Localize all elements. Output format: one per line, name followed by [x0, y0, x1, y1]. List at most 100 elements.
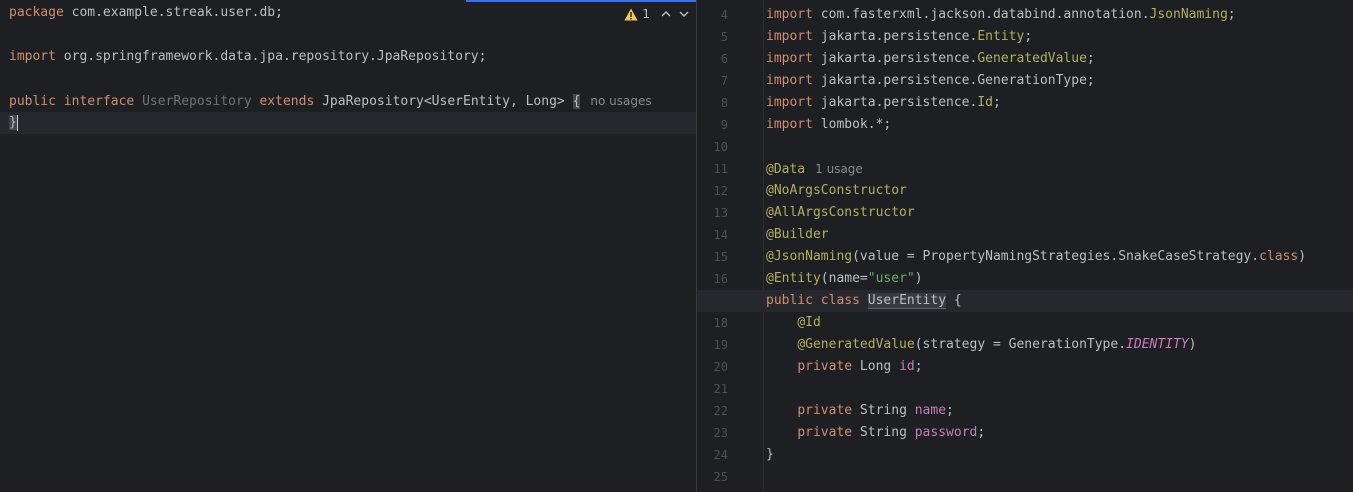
keyword-import: import: [766, 73, 813, 88]
code-line[interactable]: import org.springframework.data.jpa.repo…: [0, 46, 696, 68]
keyword-private: private: [797, 425, 853, 440]
code-line[interactable]: private String password;: [766, 422, 985, 444]
annotation-noargs: @NoArgsConstructor: [766, 183, 907, 198]
line-number: 8: [720, 96, 728, 110]
code-line[interactable]: import jakarta.persistence.Entity;: [766, 26, 1032, 48]
field-type: String: [852, 425, 915, 440]
line-number: 21: [713, 382, 728, 396]
annotation-allargs: @AllArgsConstructor: [766, 205, 915, 220]
keyword-interface: interface: [63, 94, 135, 109]
code-line[interactable]: import jakarta.persistence.GenerationTyp…: [766, 70, 1095, 92]
line-number: 25: [713, 470, 728, 484]
code-line[interactable]: private Long id;: [766, 356, 922, 378]
import-class: Entity: [977, 29, 1025, 44]
line-number: 24: [713, 448, 728, 462]
line-number: 16: [713, 272, 728, 286]
line-number: 4: [720, 8, 728, 22]
line-number: 6: [720, 52, 728, 66]
keyword-private: private: [797, 359, 853, 374]
annotation-args: (value = PropertyNamingStrategies.SnakeC…: [852, 249, 1260, 264]
code-line[interactable]: package com.example.streak.user.db;: [0, 2, 696, 24]
line-number: 15: [713, 250, 728, 264]
keyword-import: import: [766, 7, 813, 22]
line-number: 7: [720, 74, 728, 88]
close-brace: }: [766, 447, 774, 462]
code-line[interactable]: private String name;: [766, 400, 954, 422]
ide-editor-split: 1 package com.example.streak.user.db; im…: [0, 0, 1353, 492]
class-name[interactable]: UserEntity: [867, 293, 947, 309]
keyword-public: public: [766, 293, 813, 308]
keyword-package: package: [9, 5, 64, 20]
close-paren: ): [1188, 337, 1197, 352]
import-path: com.fasterxml.jackson.databind.annotatio…: [812, 7, 1150, 22]
usage-hint[interactable]: no usages: [590, 94, 651, 108]
keyword-import: import: [766, 29, 813, 44]
current-line[interactable]: }: [0, 112, 696, 134]
code-line[interactable]: @Entity(name="user"): [766, 268, 923, 290]
line-number: 12: [713, 184, 728, 198]
import-path: jakarta.persistence.: [812, 29, 978, 44]
annotation-entity: @Entity: [766, 271, 821, 286]
field-type: String: [852, 403, 915, 418]
import-path: jakarta.persistence.: [812, 95, 978, 110]
line-number: 22: [713, 404, 728, 418]
open-brace: {: [572, 94, 581, 109]
code-line[interactable]: import lombok.*;: [766, 114, 891, 136]
annotation-data: @Data: [766, 162, 806, 177]
import-class: Id: [977, 95, 993, 110]
code-line[interactable]: @Builder: [766, 224, 829, 246]
usage-hint[interactable]: 1 usage: [815, 162, 863, 176]
code-line[interactable]: @Id: [766, 312, 821, 334]
keyword-import: import: [9, 49, 56, 64]
code-line[interactable]: import jakarta.persistence.Id;: [766, 92, 1001, 114]
keyword-public: public: [9, 94, 56, 109]
semicolon: ;: [977, 425, 986, 440]
line-number-gutter[interactable]: 4 5 6 7 8 9 10 11 12 13 14 15 16 17 18 1…: [697, 0, 764, 492]
field-name[interactable]: id: [899, 359, 915, 374]
line-number: 18: [713, 316, 728, 330]
text-caret: [16, 114, 18, 131]
import-class: GeneratedValue: [977, 51, 1087, 66]
code-line[interactable]: }: [766, 444, 774, 466]
keyword-class: class: [820, 293, 860, 308]
semicolon: ;: [946, 403, 954, 418]
field-name[interactable]: password: [915, 425, 978, 440]
code-line[interactable]: @GeneratedValue(strategy = GenerationTyp…: [766, 334, 1197, 356]
close-paren: ): [914, 271, 923, 286]
code-line[interactable]: @AllArgsConstructor: [766, 202, 915, 224]
code-line[interactable]: import com.fasterxml.jackson.databind.an…: [766, 4, 1236, 26]
import-path: org.springframework.data.jpa.repository.…: [55, 49, 487, 64]
interface-name[interactable]: UserRepository: [142, 94, 252, 109]
code-line[interactable]: public interface UserRepository extends …: [0, 90, 696, 112]
semicolon: ;: [1024, 29, 1033, 44]
line-number: 14: [713, 228, 728, 242]
semicolon: ;: [993, 95, 1001, 110]
code-line[interactable]: @NoArgsConstructor: [766, 180, 907, 202]
open-brace: {: [946, 293, 962, 308]
left-editor-pane[interactable]: 1 package com.example.streak.user.db; im…: [0, 0, 696, 492]
line-number: 11: [713, 162, 728, 176]
keyword-private: private: [797, 403, 853, 418]
field-name[interactable]: name: [915, 403, 946, 418]
keyword-import: import: [766, 117, 813, 132]
keyword-class: class: [1259, 249, 1299, 264]
field-type: Long: [852, 359, 900, 374]
line-number: 20: [713, 360, 728, 374]
right-editor-pane[interactable]: 4 5 6 7 8 9 10 11 12 13 14 15 16 17 18 1…: [697, 0, 1353, 492]
semicolon: ;: [1086, 51, 1095, 66]
annotation-args: (name=: [820, 271, 868, 286]
code-line-current[interactable]: public class UserEntity {: [766, 290, 962, 312]
line-number: 19: [713, 338, 728, 352]
code-line[interactable]: @Data 1 usage: [766, 158, 863, 180]
code-line[interactable]: import jakarta.persistence.GeneratedValu…: [766, 48, 1095, 70]
extended-type[interactable]: JpaRepository<UserEntity, Long>: [322, 94, 565, 109]
semicolon: ;: [1227, 7, 1236, 22]
keyword-import: import: [766, 51, 813, 66]
code-line[interactable]: @JsonNaming(value = PropertyNamingStrate…: [766, 246, 1306, 268]
package-name: com.example.streak.user.db;: [63, 5, 283, 20]
annotation-id: @Id: [797, 315, 821, 330]
enum-constant: IDENTITY: [1126, 337, 1189, 352]
import-path: lombok.*;: [812, 117, 892, 132]
close-paren: ): [1298, 249, 1307, 264]
import-class: JsonNaming: [1149, 7, 1228, 22]
